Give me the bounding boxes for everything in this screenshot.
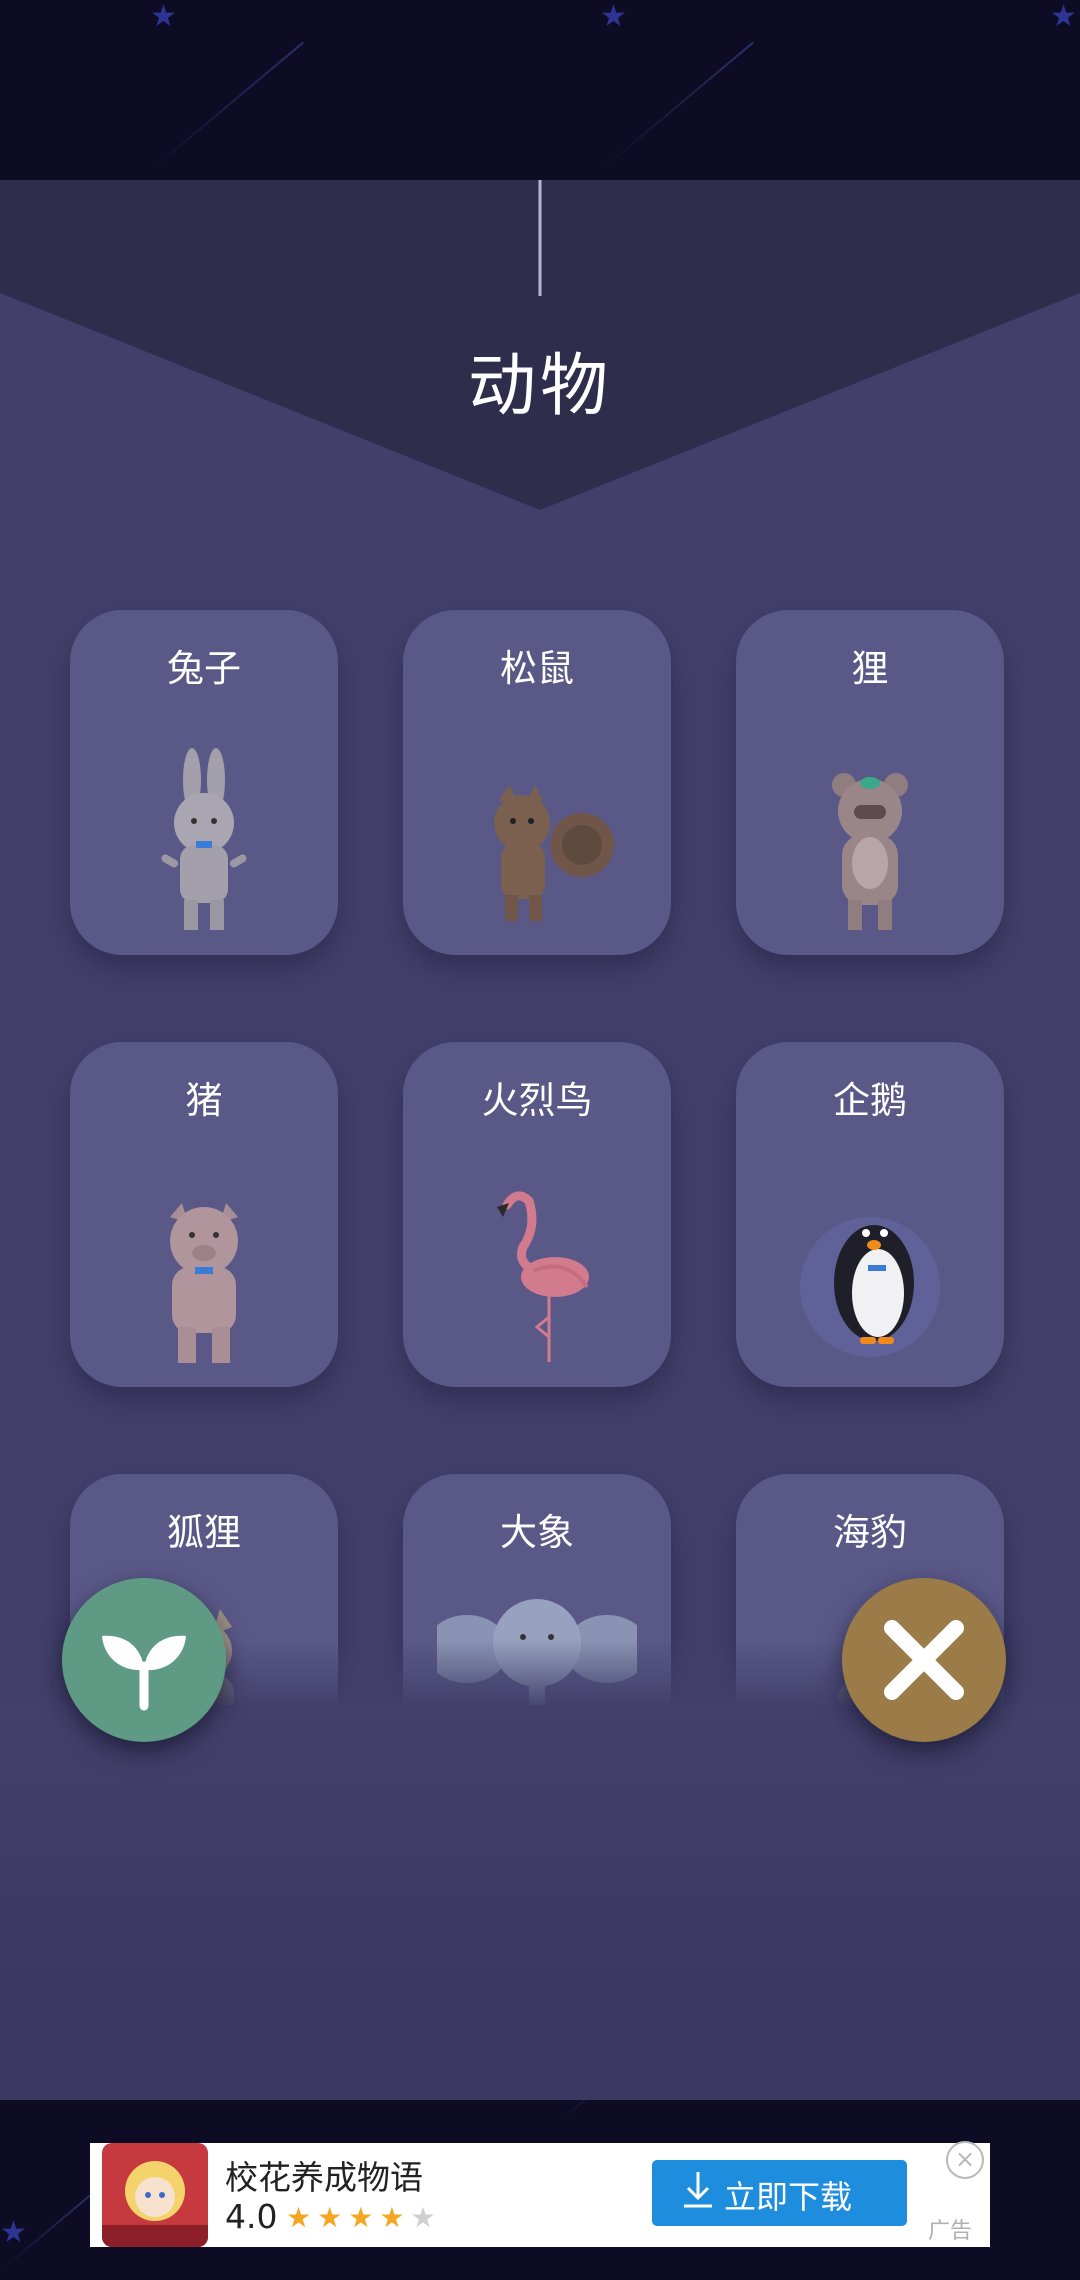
star-icon: ★: [150, 0, 177, 34]
penguin-icon: [800, 1217, 940, 1357]
rabbit-icon: [161, 748, 247, 930]
star-filled-icon: ★: [348, 2201, 380, 2234]
animal-label: 企鹅: [833, 1079, 907, 1122]
sprout-icon: [102, 1635, 186, 1711]
animal-label: 兔子: [167, 647, 241, 690]
close-button[interactable]: [842, 1578, 1006, 1742]
animal-label: 海豹: [833, 1511, 907, 1554]
star-icon: ★: [1050, 0, 1077, 34]
ad-app-icon[interactable]: [102, 2143, 208, 2247]
animal-grid: 兔子 松鼠 狸 猪 火烈鸟 企鹅 狐狸 大象 海豹: [0, 180, 1080, 1705]
animal-card-rabbit[interactable]: 兔子: [70, 610, 338, 955]
animal-label: 猪: [185, 1079, 223, 1122]
star-filled-icon: ★: [286, 2201, 318, 2234]
star-empty-icon: ★: [410, 2201, 442, 2234]
star-filled-icon: ★: [379, 2201, 411, 2234]
animal-label: 大象: [500, 1511, 574, 1554]
animal-label: 狸: [851, 647, 889, 690]
shooting-star: [149, 41, 304, 172]
ad-download-button[interactable]: 立即下载: [652, 2160, 907, 2226]
animal-card-flamingo[interactable]: 火烈鸟: [403, 1042, 671, 1387]
ad-star-rating: ★★★★★: [286, 2201, 442, 2234]
download-icon: [684, 2172, 712, 2208]
squirrel-icon: [494, 785, 614, 921]
ad-rating: 4.0: [225, 2197, 278, 2236]
flamingo-icon: [497, 1191, 589, 1362]
star-icon: ★: [0, 2215, 27, 2250]
ad-banner[interactable]: 校花养成物语 4.0 ★★★★★ 立即下载 × 广告: [90, 2141, 990, 2247]
animal-card-squirrel[interactable]: 松鼠: [403, 610, 671, 955]
pig-icon: [170, 1203, 238, 1363]
ad-download-label: 立即下载: [724, 2178, 853, 2216]
animal-card-raccoon-dog[interactable]: 狸: [736, 610, 1004, 955]
close-icon: [884, 1620, 964, 1700]
bottom-action-bar: [0, 1705, 1080, 2015]
animal-card-pig[interactable]: 猪: [70, 1042, 338, 1387]
star-filled-icon: ★: [317, 2201, 349, 2234]
star-icon: ★: [600, 0, 627, 34]
ad-title: 校花养成物语: [225, 2158, 423, 2197]
animal-label: 狐狸: [167, 1511, 241, 1554]
animal-label: 火烈鸟: [481, 1079, 593, 1122]
shooting-star: [599, 41, 754, 172]
ad-badge: 广告: [928, 2219, 973, 2244]
animal-card-penguin[interactable]: 企鹅: [736, 1042, 1004, 1387]
animal-label: 松鼠: [500, 647, 574, 690]
lower-strip: [0, 2015, 1080, 2100]
sprout-button[interactable]: [62, 1578, 226, 1742]
raccoon-dog-icon: [832, 773, 908, 930]
ad-close-icon[interactable]: ×: [946, 2141, 984, 2179]
